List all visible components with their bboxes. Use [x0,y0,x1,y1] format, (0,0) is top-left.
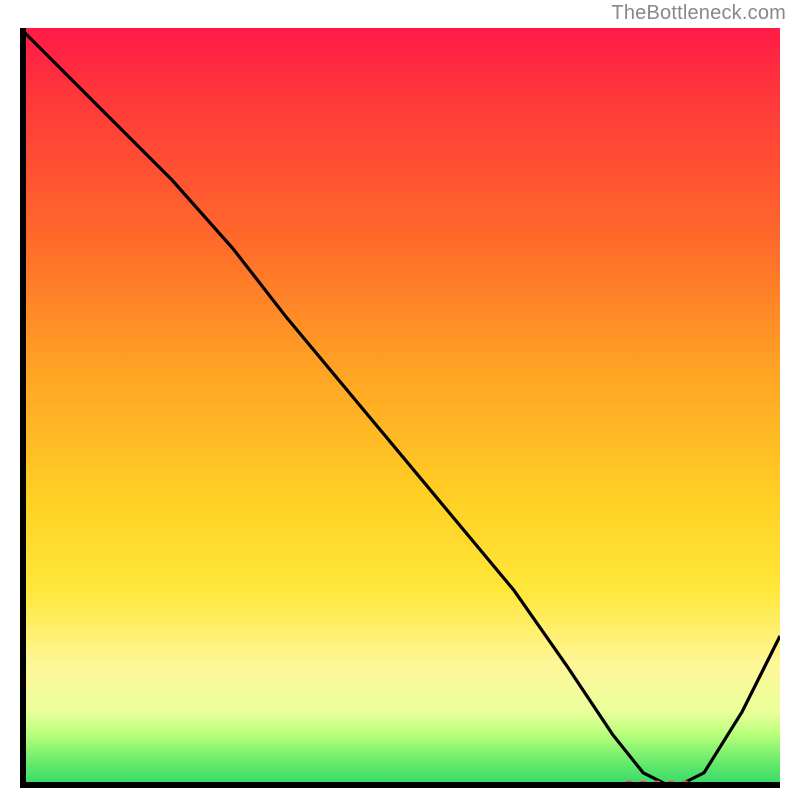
screenshot-root: TheBottleneck.com [0,0,800,800]
bottleneck-curve-line [20,28,780,788]
attribution-label: TheBottleneck.com [611,2,786,25]
chart-container [20,28,780,788]
chart-svg [20,28,780,788]
